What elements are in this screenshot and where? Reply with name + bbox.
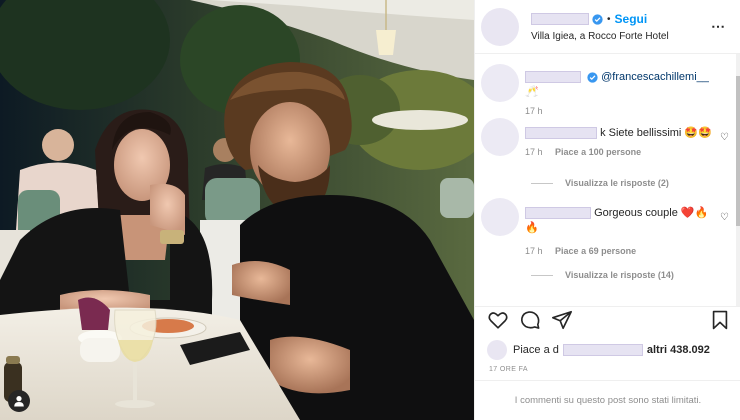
comment-meta: 17 h: [525, 104, 721, 119]
author-username-redacted[interactable]: [531, 13, 589, 25]
comment-like-heart-icon[interactable]: ♡: [720, 212, 729, 223]
post-location[interactable]: Villa Igiea, a Rocco Forte Hotel: [531, 31, 730, 42]
bookmark-icon[interactable]: [709, 309, 731, 331]
comments-scrollbar[interactable]: [736, 54, 740, 306]
comment-text-line: @francescachillemi__ 🥂: [525, 70, 721, 100]
comment-body: Gorgeous couple ❤️🔥🔥 17 h Piace a 69 per…: [525, 206, 721, 259]
commenter-avatar[interactable]: [481, 64, 519, 102]
commenter-username-redacted[interactable]: [525, 127, 597, 140]
commenter-avatar[interactable]: [481, 118, 519, 156]
more-options-icon[interactable]: ⋯: [711, 18, 726, 35]
view-replies-link[interactable]: Visualizza le risposte (2): [531, 178, 669, 188]
comment-time: 17 h: [525, 106, 543, 116]
commenter-username-redacted[interactable]: [525, 71, 581, 84]
comment-meta: 17 h Piace a 69 persone: [525, 244, 721, 259]
photo-illustration: [0, 0, 474, 420]
comment-icon[interactable]: [519, 309, 541, 331]
commenter-avatar[interactable]: [481, 198, 519, 236]
comment-time: 17 h: [525, 246, 543, 256]
comment-time: 17 h: [525, 147, 543, 157]
comment-likes-link[interactable]: Piace a 100 persone: [555, 147, 641, 157]
share-icon[interactable]: [551, 309, 573, 331]
post-header: • Segui Villa Igiea, a Rocco Forte Hotel…: [475, 0, 740, 54]
person-icon: [14, 396, 24, 407]
replies-line: [531, 274, 553, 276]
author-avatar[interactable]: [481, 7, 519, 46]
verified-badge-icon: [587, 71, 598, 83]
post-photo[interactable]: [0, 0, 474, 420]
post-time-ago[interactable]: 17 ORE FA: [489, 366, 528, 373]
comments-limited-notice: I commenti su questo post sono stati lim…: [475, 380, 740, 420]
comment-body: @francescachillemi__ 🥂 17 h: [525, 70, 721, 119]
post-actions: [475, 306, 740, 332]
author-info: • Segui Villa Igiea, a Rocco Forte Hotel: [531, 11, 730, 42]
likes-others[interactable]: altri 438.092: [647, 344, 710, 356]
likes-prefix: Piace a d: [513, 344, 559, 356]
likes-summary[interactable]: Piace a d altri 438.092: [487, 339, 727, 361]
liker-username-redacted[interactable]: [562, 344, 643, 356]
verified-badge-icon: [592, 13, 603, 25]
comment-text-line: k Siete bellissimi 🤩🤩: [525, 126, 721, 141]
comment-like-heart-icon[interactable]: ♡: [720, 132, 729, 143]
comment-text-line: Gorgeous couple ❤️🔥🔥: [525, 206, 721, 236]
heart-icon[interactable]: [487, 309, 509, 331]
commenter-username-redacted[interactable]: [525, 207, 591, 220]
author-line: • Segui: [531, 11, 730, 27]
replies-line: [531, 182, 553, 184]
comments-list[interactable]: @francescachillemi__ 🥂 17 h k Siete bell…: [475, 54, 740, 306]
separator-dot: •: [607, 13, 611, 25]
follow-button[interactable]: Segui: [615, 12, 648, 26]
scrollbar-thumb[interactable]: [736, 76, 740, 226]
view-replies-label[interactable]: Visualizza le risposte (14): [565, 270, 674, 280]
view-replies-link[interactable]: Visualizza le risposte (14): [531, 270, 674, 280]
user-tag-button[interactable]: [8, 390, 30, 412]
comment-likes-link[interactable]: Piace a 69 persone: [555, 246, 636, 256]
liker-avatar: [487, 340, 507, 360]
comment-body: k Siete bellissimi 🤩🤩 17 h Piace a 100 p…: [525, 126, 721, 160]
comment-meta: 17 h Piace a 100 persone: [525, 145, 721, 160]
comment-text: k Siete bellissimi 🤩🤩: [600, 127, 712, 139]
post-side-panel: • Segui Villa Igiea, a Rocco Forte Hotel…: [474, 0, 740, 420]
view-replies-label[interactable]: Visualizza le risposte (2): [565, 178, 669, 188]
